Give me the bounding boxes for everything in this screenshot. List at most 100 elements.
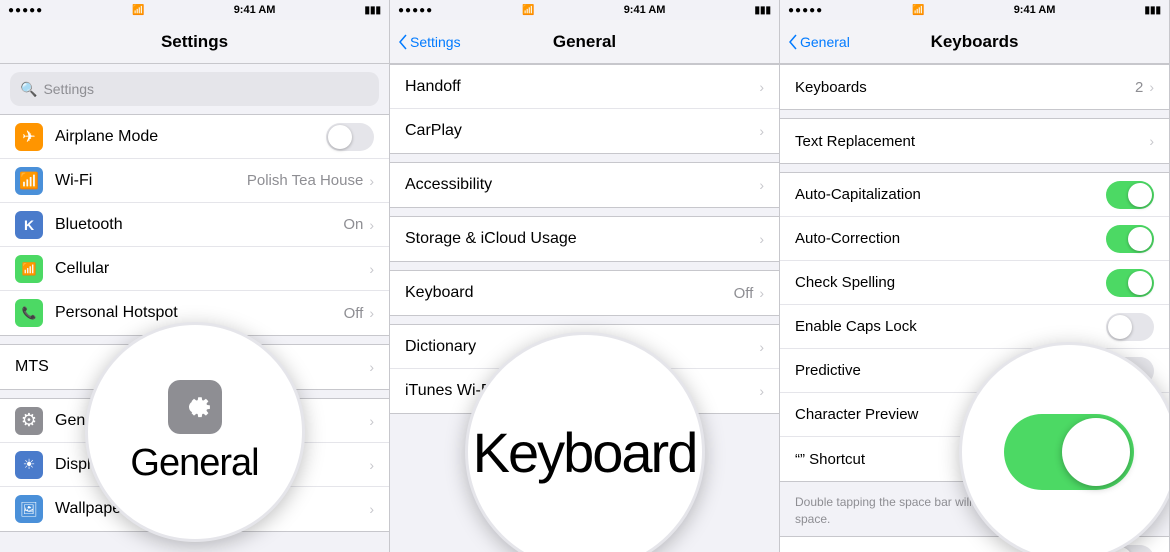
chevron-icon: › — [369, 305, 374, 321]
auto-correction-label: Auto-Correction — [795, 230, 1098, 247]
chevron-icon: › — [759, 177, 764, 193]
chevron-icon: › — [759, 231, 764, 247]
battery-3: ▮▮▮ — [1144, 5, 1161, 16]
nav-title-1: Settings — [161, 32, 228, 52]
magnifier-content-2: Keyboard — [468, 335, 702, 552]
text-replacement-label: Text Replacement — [795, 133, 1149, 150]
hotspot-label: Personal Hotspot — [55, 304, 344, 322]
airplane-toggle[interactable] — [326, 123, 374, 151]
search-icon: 🔍 — [20, 81, 37, 98]
wifi-icon-3: 📶 — [912, 5, 924, 16]
accessibility-label: Accessibility — [405, 176, 759, 194]
magnifier-3 — [959, 342, 1170, 552]
panel-settings: ●●●●● 📶 9:41 AM ▮▮▮ Settings 🔍 Settings … — [0, 0, 390, 552]
nav-title-2: General — [553, 32, 616, 52]
airplane-label: Airplane Mode — [55, 128, 326, 146]
toggle-large — [1004, 414, 1134, 490]
keyboard-value: Off — [734, 285, 754, 302]
chevron-icon: › — [369, 217, 374, 233]
chevron-icon: › — [759, 339, 764, 355]
wifi-label: Wi-Fi — [55, 172, 247, 190]
chevron-icon: › — [369, 173, 374, 189]
row-check-spelling[interactable]: Check Spelling — [780, 261, 1169, 305]
airplane-icon: ✈ — [15, 123, 43, 151]
wifi-value: Polish Tea House — [247, 172, 363, 189]
chevron-icon: › — [1149, 79, 1154, 95]
row-auto-correction[interactable]: Auto-Correction — [780, 217, 1169, 261]
section-text-replacement: Text Replacement › — [780, 118, 1169, 164]
magnifier-content-1: General — [88, 325, 302, 539]
auto-cap-toggle[interactable] — [1106, 181, 1154, 209]
magnifier-content-3 — [962, 345, 1170, 552]
time-3: 9:41 AM — [1014, 4, 1056, 16]
cellular-label: Cellular — [55, 260, 369, 278]
chevron-icon: › — [1149, 133, 1154, 149]
nav-title-3: Keyboards — [931, 32, 1019, 52]
row-airplane-mode[interactable]: ✈ Airplane Mode — [0, 115, 389, 159]
back-button-3[interactable]: General — [788, 34, 850, 50]
back-button-2[interactable]: Settings — [398, 34, 461, 50]
caps-lock-label: Enable Caps Lock — [795, 318, 1098, 335]
row-text-replacement[interactable]: Text Replacement › — [780, 119, 1169, 163]
auto-cap-label: Auto-Capitalization — [795, 186, 1098, 203]
row-caps-lock[interactable]: Enable Caps Lock — [780, 305, 1169, 349]
auto-correction-toggle[interactable] — [1106, 225, 1154, 253]
section-storage: Storage & iCloud Usage › — [390, 216, 779, 262]
nav-bar-1: Settings — [0, 20, 389, 64]
section-keyboard: Keyboard Off › — [390, 270, 779, 316]
row-keyboard[interactable]: Keyboard Off › — [390, 271, 779, 315]
search-placeholder: Settings — [43, 81, 94, 97]
gear-icon: ⚙ — [15, 407, 43, 435]
status-bar-2: ●●●●● 📶 9:41 AM ▮▮▮ — [390, 0, 779, 20]
row-bluetooth[interactable]: K Bluetooth On › — [0, 203, 389, 247]
row-wifi[interactable]: 📶 Wi-Fi Polish Tea House › — [0, 159, 389, 203]
bluetooth-value: On — [343, 216, 363, 233]
check-spelling-toggle[interactable] — [1106, 269, 1154, 297]
chevron-icon: › — [369, 413, 374, 429]
signal-dots-1: ●●●●● — [8, 5, 43, 16]
chevron-icon: › — [759, 123, 764, 139]
back-label-2: Settings — [410, 34, 461, 50]
row-handoff[interactable]: Handoff › — [390, 65, 779, 109]
status-bar-3: ●●●●● 📶 9:41 AM ▮▮▮ — [780, 0, 1169, 20]
signal-dots-3: ●●●●● — [788, 5, 823, 16]
battery-1: ▮▮▮ — [364, 5, 381, 16]
signal-dots-2: ●●●●● — [398, 5, 433, 16]
wifi-icon-1: 📶 — [132, 5, 144, 16]
chevron-icon: › — [759, 285, 764, 301]
time-2: 9:41 AM — [624, 4, 666, 16]
keyboards-count-label: Keyboards — [795, 79, 1135, 96]
chevron-icon: › — [369, 501, 374, 517]
caps-lock-toggle[interactable] — [1106, 313, 1154, 341]
chevron-icon: › — [369, 359, 374, 375]
carplay-label: CarPlay — [405, 122, 759, 140]
keyboards-count-value: 2 — [1135, 79, 1143, 96]
hotspot-value: Off — [344, 305, 364, 322]
nav-bar-2: Settings General — [390, 20, 779, 64]
wallpaper-icon: 🖼 — [15, 495, 43, 523]
battery-icon-1: ▮▮▮ — [364, 5, 381, 16]
row-cellular[interactable]: 📶 Cellular › — [0, 247, 389, 291]
settings-section-connectivity: ✈ Airplane Mode 📶 Wi-Fi Polish Tea House… — [0, 114, 389, 336]
bluetooth-icon: K — [15, 211, 43, 239]
display-icon: ☀ — [15, 451, 43, 479]
wifi-icon-2: 📶 — [522, 5, 534, 16]
storage-label: Storage & iCloud Usage — [405, 230, 759, 248]
row-accessibility[interactable]: Accessibility › — [390, 163, 779, 207]
search-bar[interactable]: 🔍 Settings — [10, 72, 379, 106]
row-keyboards-count[interactable]: Keyboards 2 › — [780, 65, 1169, 109]
handoff-label: Handoff — [405, 78, 759, 96]
chevron-icon: › — [759, 383, 764, 399]
cellular-icon: 📶 — [15, 255, 43, 283]
panel-general: ●●●●● 📶 9:41 AM ▮▮▮ Settings General Han… — [390, 0, 780, 552]
mag1-label: General — [130, 442, 258, 485]
bluetooth-label: Bluetooth — [55, 216, 343, 234]
magnifier-1: General — [85, 322, 305, 542]
mag2-text: Keyboard — [473, 420, 697, 485]
chevron-icon: › — [369, 457, 374, 473]
time-1: 9:41 AM — [234, 4, 276, 16]
row-auto-cap[interactable]: Auto-Capitalization — [780, 173, 1169, 217]
row-storage[interactable]: Storage & iCloud Usage › — [390, 217, 779, 261]
row-carplay[interactable]: CarPlay › — [390, 109, 779, 153]
status-bar-1: ●●●●● 📶 9:41 AM ▮▮▮ — [0, 0, 389, 20]
